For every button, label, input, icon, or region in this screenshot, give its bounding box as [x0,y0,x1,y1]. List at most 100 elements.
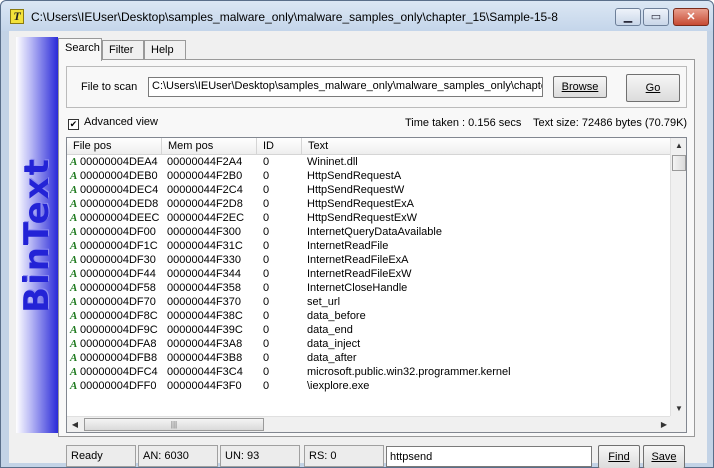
advanced-view-label: Advanced view [84,116,158,128]
table-row[interactable]: A 00000004DF70 00000044F370 0 set_url [67,295,672,309]
tab-help[interactable]: Help [144,40,186,60]
scroll-up-icon[interactable]: ▲ [671,138,686,154]
maximize-button[interactable]: ▭ [643,8,669,26]
text-size: Text size: 72486 bytes (70.79K) [533,117,688,129]
vertical-scroll-thumb[interactable] [672,155,686,171]
row-file-pos: 00000004DFF0 [80,380,157,392]
row-text: data_after [307,352,357,364]
column-id[interactable]: ID [257,138,302,155]
table-row[interactable]: A 00000004DEC4 00000044F2C4 0 HttpSendReques… [67,183,672,197]
time-taken: Time taken : 0.156 secs [405,117,522,129]
row-id: 0 [263,366,270,378]
scroll-corner [670,416,686,432]
table-row[interactable]: A 00000004DEEC 00000044F2EC 0 HttpSendReques… [67,211,672,225]
row-text: HttpSendRequestA [307,170,402,182]
row-id: 0 [263,198,270,210]
title-bar[interactable]: T C:\Users\IEUser\Desktop\samples_malwar… [1,1,713,31]
list-header: File pos Mem pos ID Text [67,138,672,155]
file-path-input[interactable]: C:\Users\IEUser\Desktop\samples_malware_… [148,77,543,97]
bintext-app-icon: T [10,9,24,24]
status-rs-count: RS: 0 [304,445,384,467]
checkbox-checked-icon: ✔ [68,119,79,130]
table-row[interactable]: A 00000004DF30 00000044F330 0 InternetReadFi… [67,253,672,267]
row-file-pos: 00000004DF9C [80,324,158,336]
row-file-pos: 00000004DEC4 [80,184,159,196]
row-file-pos: 00000004DED8 [80,198,159,210]
row-id: 0 [263,380,270,392]
list-rows: A 00000004DEA4 00000044F2A4 0 Wininet.dll A 00… [67,155,672,417]
table-row[interactable]: A 00000004DF9C 00000044F39C 0 data_end [67,323,672,337]
row-file-pos: 00000004DF1C [80,240,158,252]
row-mem-pos: 00000044F2D8 [167,198,243,210]
row-text: InternetCloseHandle [307,282,408,294]
column-file-pos[interactable]: File pos [67,138,162,155]
row-id: 0 [263,310,270,322]
strings-list[interactable]: File pos Mem pos ID Text A 00000004DEA4 00… [66,137,687,433]
minimize-icon: ▁ [623,11,633,23]
row-mem-pos: 00000044F38C [167,310,243,322]
row-id: 0 [263,170,270,182]
bintext-logo: BinText [16,37,58,433]
table-row[interactable]: A 00000004DF58 00000044F358 0 InternetCloseH… [67,281,672,295]
row-text: HttpSendRequestW [307,184,405,196]
row-mem-pos: 00000044F370 [167,296,242,308]
row-text: data_end [307,324,353,336]
table-row[interactable]: A 00000004DFA8 00000044F3A8 0 data_inject [67,337,672,351]
table-row[interactable]: A 00000004DF1C 00000044F31C 0 InternetReadFi… [67,239,672,253]
minimize-button[interactable]: ▁ [615,8,641,26]
row-id: 0 [263,212,270,224]
row-text: \iexplore.exe [307,380,370,392]
row-mem-pos: 00000044F344 [167,268,242,280]
row-mem-pos: 00000044F31C [167,240,243,252]
advanced-view-checkbox[interactable]: ✔ Advanced view [68,116,158,130]
ansi-string-icon: A [70,296,78,308]
vertical-scrollbar[interactable]: ▲ ▼ [670,138,686,417]
row-id: 0 [263,268,270,280]
table-row[interactable]: A 00000004DED8 00000044F2D8 0 HttpSendReques… [67,197,672,211]
scroll-down-icon[interactable]: ▼ [671,401,686,417]
table-row[interactable]: A 00000004DF8C 00000044F38C 0 data_before [67,309,672,323]
status-ready: Ready [66,445,136,467]
close-button[interactable]: ✕ [673,8,709,26]
row-mem-pos: 00000044F2B0 [167,170,243,182]
go-button[interactable]: Go [626,74,680,102]
ansi-string-icon: A [70,254,78,266]
ansi-string-icon: A [70,198,78,210]
ansi-string-icon: A [70,338,78,350]
scroll-left-icon[interactable]: ◀ [67,417,83,432]
file-to-scan-group: File to scan C:\Users\IEUser\Desktop\sam… [66,66,687,108]
horizontal-scroll-thumb[interactable]: ||| [84,418,264,431]
tab-filter[interactable]: Filter [102,40,144,60]
browse-button[interactable]: Browse [553,76,607,98]
table-row[interactable]: A 00000004DFB8 00000044F3B8 0 data_after [67,351,672,365]
row-text: HttpSendRequestExW [307,212,418,224]
column-text[interactable]: Text [302,138,672,155]
ansi-string-icon: A [70,212,78,224]
ansi-string-icon: A [70,366,78,378]
file-to-scan-label: File to scan [81,81,138,93]
status-an-count: AN: 6030 [138,445,218,467]
table-row[interactable]: A 00000004DFF0 00000044F3F0 0 \iexplore.exe [67,379,672,393]
row-text: data_before [307,310,366,322]
row-mem-pos: 00000044F39C [167,324,243,336]
row-mem-pos: 00000044F3C4 [167,366,243,378]
search-panel: File to scan C:\Users\IEUser\Desktop\sam… [58,59,695,437]
status-un-count: UN: 93 [220,445,300,467]
find-button[interactable]: Find [598,445,640,468]
row-file-pos: 00000004DEEC [80,212,160,224]
table-row[interactable]: A 00000004DEA4 00000044F2A4 0 Wininet.dll [67,155,672,169]
table-row[interactable]: A 00000004DF00 00000044F300 0 InternetQueryD… [67,225,672,239]
window-title: C:\Users\IEUser\Desktop\samples_malware_… [31,10,558,24]
save-button[interactable]: Save [643,445,685,468]
row-mem-pos: 00000044F300 [167,226,242,238]
table-row[interactable]: A 00000004DFC4 00000044F3C4 0 microsoft.publ… [67,365,672,379]
find-input[interactable] [386,446,592,467]
table-row[interactable]: A 00000004DF44 00000044F344 0 InternetReadFi… [67,267,672,281]
table-row[interactable]: A 00000004DEB0 00000044F2B0 0 HttpSendReques… [67,169,672,183]
row-id: 0 [263,254,270,266]
row-id: 0 [263,338,270,350]
column-mem-pos[interactable]: Mem pos [162,138,257,155]
horizontal-scrollbar[interactable]: ◀ ||| ▶ [67,416,672,432]
browse-button-label: Browse [561,81,599,93]
tab-search[interactable]: Search [58,38,102,61]
